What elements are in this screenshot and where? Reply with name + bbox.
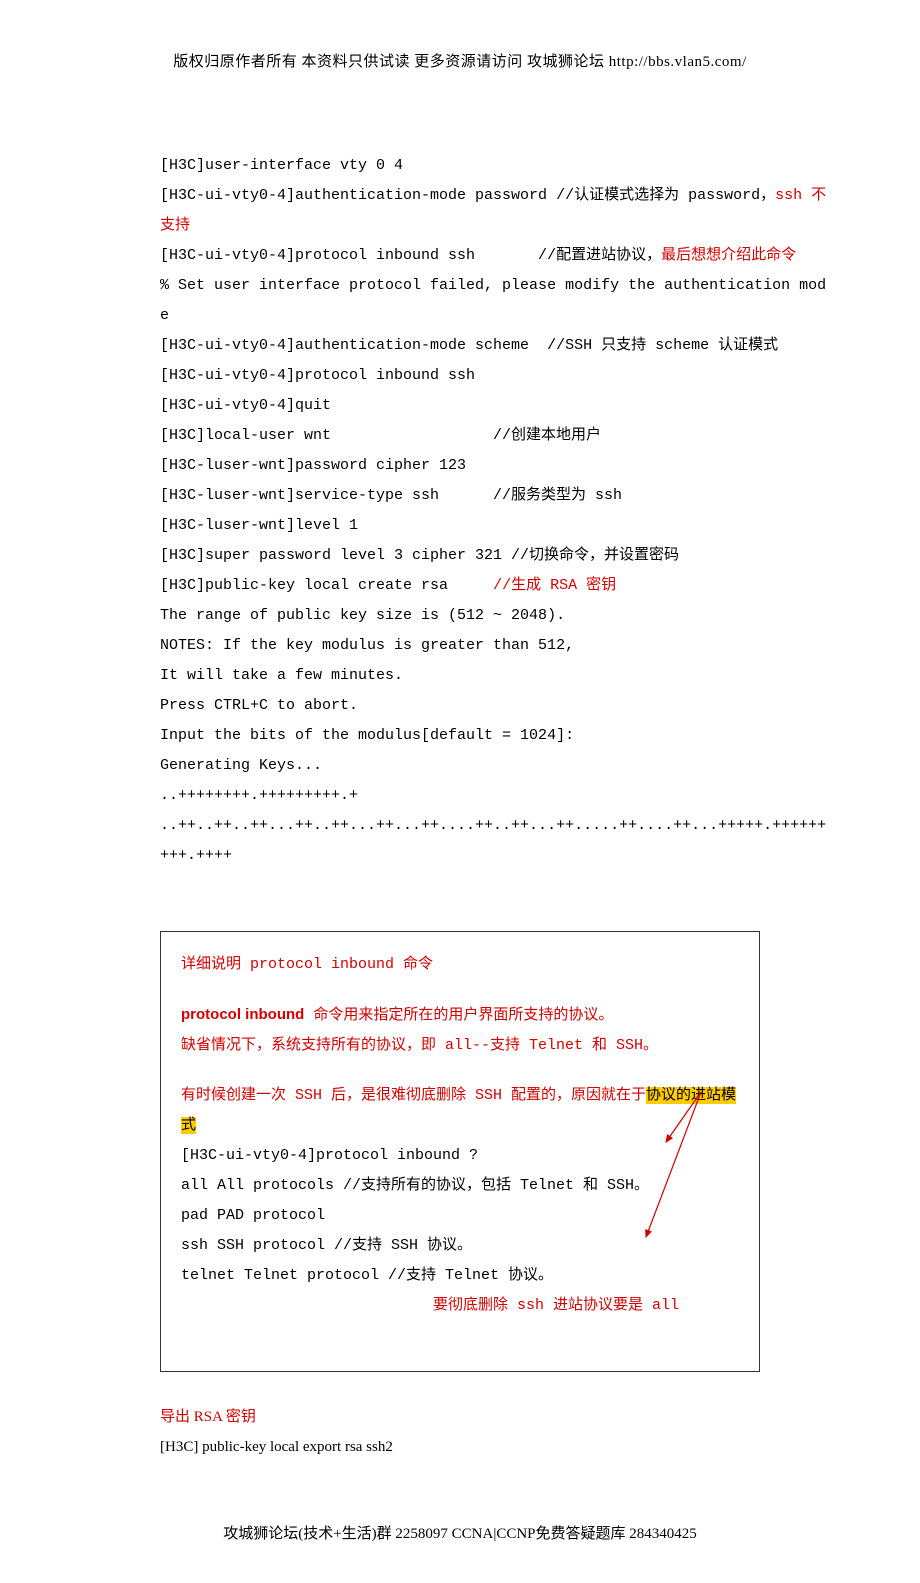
code-line: The range of public key size is (512 ~ 2…	[160, 607, 565, 624]
command-desc: 命令用来指定所在的用户界面所支持的协议。	[304, 1007, 613, 1024]
code-line: % Set user interface protocol failed, pl…	[160, 277, 826, 324]
box-paragraph: protocol inbound 命令用来指定所在的用户界面所支持的协议。	[181, 1000, 739, 1031]
page-header: 版权归原作者所有 本资料只供试读 更多资源请访问 攻城狮论坛 http://bb…	[60, 50, 860, 71]
explanation-box: 详细说明 protocol inbound 命令 protocol inboun…	[160, 931, 760, 1372]
code-comment: 最后想想介绍此命令	[661, 247, 796, 264]
box-command: [H3C-ui-vty0-4]protocol inbound ?	[181, 1141, 739, 1171]
code-line: [H3C-luser-wnt]password cipher 123	[160, 457, 466, 474]
code-line: ..++++++++.+++++++++.+	[160, 787, 358, 804]
box-option: all All protocols //支持所有的协议，包括 Telnet 和 …	[181, 1171, 739, 1201]
code-line: ..++..++..++...++..++...++...++....++..+…	[160, 817, 826, 864]
code-line: It will take a few minutes.	[160, 667, 403, 684]
page-footer: 攻城狮论坛(技术+生活)群 2258097 CCNA|CCNP免费答疑题库 28…	[60, 1522, 860, 1543]
section-title-text: 导出 RSA 密钥	[160, 1402, 860, 1432]
code-line: Input the bits of the modulus[default = …	[160, 727, 574, 744]
code-line: [H3C-ui-vty0-4]authentication-mode schem…	[160, 337, 778, 354]
section-export: 导出 RSA 密钥 [H3C] public-key local export …	[160, 1402, 860, 1462]
box-option: ssh SSH protocol //支持 SSH 协议。	[181, 1231, 739, 1261]
code-line: [H3C-ui-vty0-4]authentication-mode passw…	[160, 187, 775, 204]
box-option: telnet Telnet protocol //支持 Telnet 协议。	[181, 1261, 739, 1291]
code-line: [H3C-luser-wnt]level 1	[160, 517, 358, 534]
box-paragraph: 缺省情况下，系统支持所有的协议，即 all--支持 Telnet 和 SSH。	[181, 1031, 739, 1061]
section-command: [H3C] public-key local export rsa ssh2	[160, 1432, 860, 1462]
code-line: [H3C]user-interface vty 0 4	[160, 157, 403, 174]
code-line: [H3C-ui-vty0-4]quit	[160, 397, 331, 414]
code-line: [H3C-ui-vty0-4]protocol inbound ssh	[160, 367, 475, 384]
code-line: Generating Keys...	[160, 757, 322, 774]
code-line: NOTES: If the key modulus is greater tha…	[160, 637, 574, 654]
code-line: [H3C]super password level 3 cipher 321 /…	[160, 547, 679, 564]
code-comment: //生成 RSA 密钥	[493, 577, 616, 594]
command-name: protocol inbound	[181, 1006, 304, 1023]
code-line: [H3C-luser-wnt]service-type ssh //服务类型为 …	[160, 487, 622, 504]
code-line: [H3C]local-user wnt //创建本地用户	[160, 427, 601, 444]
code-line: [H3C-ui-vty0-4]protocol inbound ssh //配置…	[160, 247, 661, 264]
box-text: 有时候创建一次 SSH 后，是很难彻底删除 SSH 配置的，原因就在于	[181, 1087, 646, 1104]
box-note: 要彻底删除 ssh 进站协议要是 all	[181, 1291, 739, 1321]
code-line: Press CTRL+C to abort.	[160, 697, 358, 714]
code-line: [H3C]public-key local create rsa	[160, 577, 493, 594]
box-title: 详细说明 protocol inbound 命令	[181, 950, 739, 980]
box-paragraph: 有时候创建一次 SSH 后，是很难彻底删除 SSH 配置的，原因就在于协议的进站…	[181, 1081, 739, 1141]
code-block: [H3C]user-interface vty 0 4 [H3C-ui-vty0…	[160, 121, 830, 871]
box-option: pad PAD protocol	[181, 1201, 739, 1231]
